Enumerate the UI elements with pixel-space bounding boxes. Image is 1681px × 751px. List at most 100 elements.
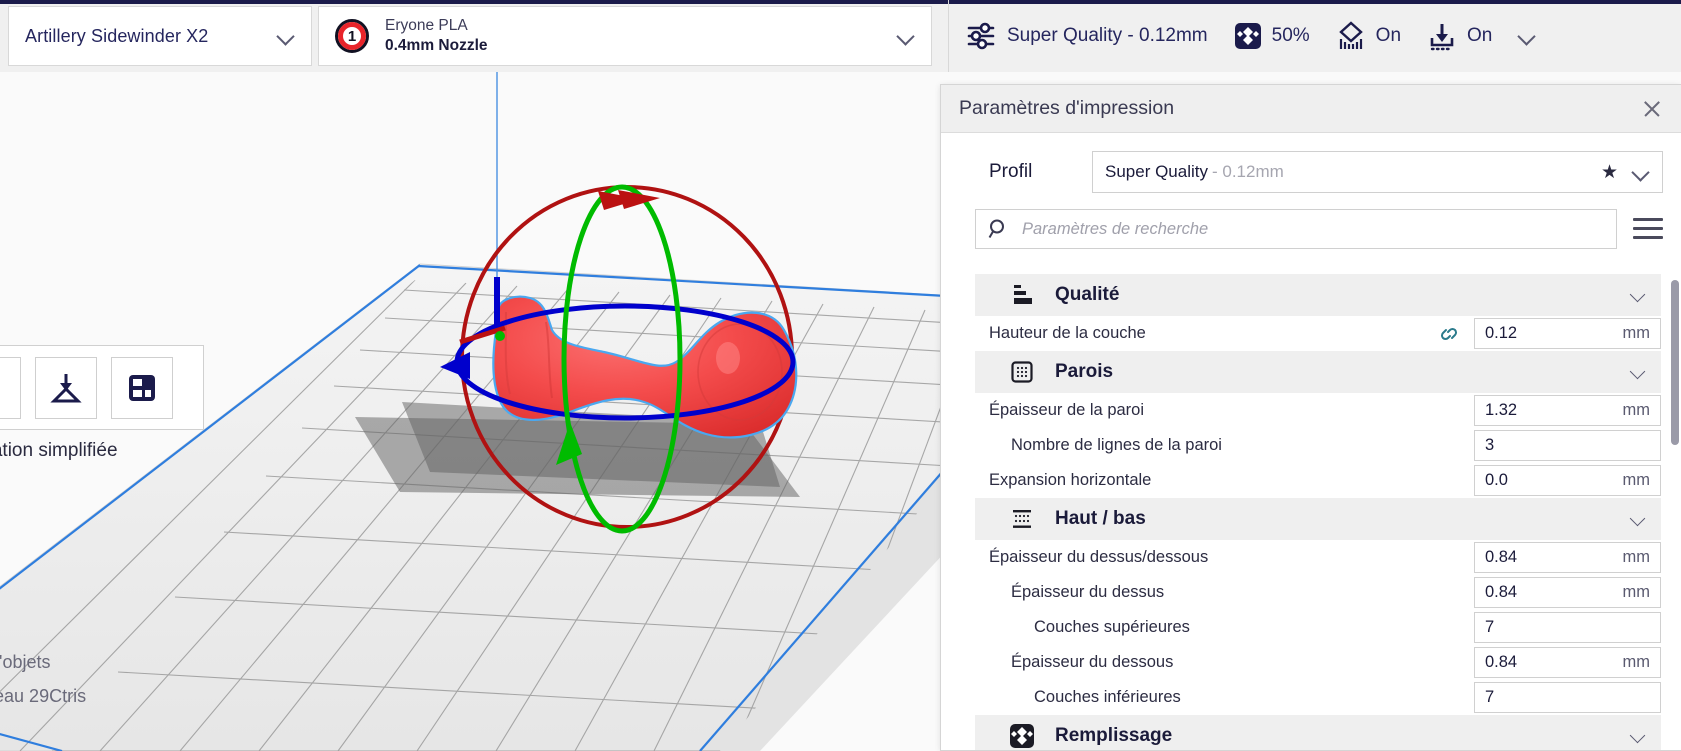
setting-value: 7: [1485, 688, 1495, 706]
setting-field[interactable]: 0.84 mm: [1474, 542, 1661, 573]
material-info: Eryone PLA 0.4mm Nozzle: [385, 16, 897, 56]
settings-category-remplissage[interactable]: Remplissage: [975, 715, 1661, 750]
settings-scrollbar[interactable]: [1671, 280, 1679, 735]
chevron-down-icon[interactable]: [277, 27, 295, 45]
setting-field[interactable]: 0.84 mm: [1474, 577, 1661, 608]
setting-row[interactable]: Épaisseur de la paroi 1.32 mm: [941, 393, 1681, 428]
profile-label: Profil: [989, 161, 1033, 182]
panel-header: Paramètres d'impression: [941, 85, 1681, 133]
link-icon[interactable]: [1438, 324, 1460, 344]
setting-label: Hauteur de la couche: [989, 324, 1146, 342]
chevron-down-icon[interactable]: [1631, 287, 1647, 303]
profile-variant: - 0.12mm: [1212, 162, 1284, 181]
setting-label: Nombre de lignes de la paroi: [1011, 436, 1222, 454]
machine-selector[interactable]: Artillery Sidewinder X2: [8, 6, 312, 66]
extruder-1-icon: 1: [335, 19, 369, 53]
print-settings-summary-bar[interactable]: Super Quality - 0.12mm 50% On On: [948, 0, 1681, 72]
setting-row[interactable]: Couches inférieures 7: [941, 680, 1681, 715]
hamburger-menu-icon[interactable]: [1633, 218, 1663, 240]
setting-value: 0.84: [1485, 548, 1518, 566]
nozzle-size: 0.4mm Nozzle: [385, 37, 488, 54]
adhesion-summary[interactable]: On: [1427, 21, 1492, 51]
support-icon: [1338, 21, 1363, 49]
setting-unit: mm: [1622, 401, 1651, 419]
setting-field[interactable]: 1.32 mm: [1474, 395, 1661, 426]
extruder-number: 1: [347, 27, 357, 45]
viewport-status-line-2: nneau 29Ctris: [0, 686, 87, 706]
adhesion-icon: [1430, 24, 1454, 51]
setting-unit: mm: [1622, 653, 1651, 671]
setting-unit: mm: [1622, 471, 1651, 489]
select-face-button[interactable]: [111, 356, 173, 419]
star-icon[interactable]: ★: [1601, 161, 1618, 184]
chevron-down-icon[interactable]: [1631, 364, 1647, 380]
scrollbar-thumb[interactable]: [1671, 280, 1679, 445]
close-icon[interactable]: [1641, 98, 1663, 120]
setting-row[interactable]: Hauteur de la couche 0.12 mm: [941, 316, 1681, 351]
support-value: On: [1375, 25, 1402, 46]
chevron-down-icon[interactable]: [1632, 163, 1650, 181]
chevron-down-icon[interactable]: [897, 27, 915, 45]
setting-field[interactable]: 0.12 mm: [1474, 318, 1661, 349]
infill-icon: [1009, 723, 1035, 749]
top-bottom-icon: [1009, 506, 1035, 532]
setting-row[interactable]: Épaisseur du dessus/dessous 0.84 mm: [941, 540, 1681, 575]
setting-unit: mm: [1622, 548, 1651, 566]
adhesion-value: On: [1467, 25, 1493, 46]
setting-field[interactable]: 0.84 mm: [1474, 647, 1661, 678]
quality-summary-label: Super Quality - 0.12mm: [1007, 25, 1208, 46]
search-icon: [988, 219, 1004, 239]
setting-row[interactable]: Épaisseur du dessous 0.84 mm: [941, 645, 1681, 680]
setting-value: 7: [1485, 618, 1495, 636]
viewport-status-line-1: e d'objets: [0, 652, 51, 672]
cura-application-window: otation simplifiée e d'objets nneau 29Ct…: [0, 0, 1681, 751]
lay-flat-button[interactable]: [35, 356, 97, 419]
print-settings-sliders-icon: [967, 22, 995, 50]
settings-category-qualite[interactable]: Qualité: [975, 274, 1661, 316]
search-input[interactable]: [1022, 219, 1604, 239]
top-toolbar: Artillery Sidewinder X2 1 Eryone PLA 0.4…: [0, 0, 1681, 72]
setting-field[interactable]: 7: [1474, 612, 1661, 643]
profile-selector[interactable]: Super Quality - 0.12mm ★: [1092, 151, 1663, 193]
setting-field[interactable]: 0.0 mm: [1474, 465, 1661, 496]
setting-field[interactable]: 3: [1474, 430, 1661, 461]
profile-name: Super Quality: [1105, 162, 1208, 181]
machine-name: Artillery Sidewinder X2: [25, 25, 209, 46]
setting-row[interactable]: Couches supérieures 7: [941, 610, 1681, 645]
select-face-icon: [129, 374, 155, 401]
infill-summary[interactable]: 50%: [1234, 22, 1310, 50]
setting-label: Épaisseur du dessus/dessous: [989, 548, 1209, 566]
infill-percentage: 50%: [1271, 25, 1310, 46]
settings-list[interactable]: Qualité Hauteur de la couche 0.12 mm Par…: [941, 274, 1681, 750]
object-tools-panel[interactable]: [0, 345, 204, 430]
material-selector[interactable]: 1 Eryone PLA 0.4mm Nozzle: [318, 6, 932, 66]
settings-category-haut-bas[interactable]: Haut / bas: [975, 498, 1661, 540]
chevron-down-icon[interactable]: [1631, 728, 1647, 744]
chevron-down-icon[interactable]: [1518, 27, 1536, 45]
search-settings-box[interactable]: [975, 209, 1617, 249]
support-summary[interactable]: On: [1336, 21, 1401, 51]
setting-value: 1.32: [1485, 401, 1518, 419]
setting-unit: mm: [1622, 583, 1651, 601]
settings-category-parois[interactable]: Parois: [975, 351, 1661, 393]
setting-row[interactable]: Épaisseur du dessus 0.84 mm: [941, 575, 1681, 610]
setting-value: 0.0: [1485, 471, 1508, 489]
setting-label: Épaisseur du dessus: [1011, 583, 1165, 601]
profile-row: Profil Super Quality - 0.12mm ★: [941, 133, 1681, 203]
setting-value: 0.84: [1485, 653, 1518, 671]
setting-field[interactable]: 7: [1474, 682, 1661, 713]
object-tools-caption: otation simplifiée: [0, 440, 118, 461]
infill-icon: [1234, 23, 1261, 49]
setting-label: Épaisseur du dessous: [1011, 653, 1174, 671]
setting-row[interactable]: Expansion horizontale 0.0 mm: [941, 463, 1681, 498]
category-label: Haut / bas: [1055, 508, 1146, 529]
quality-summary[interactable]: Super Quality - 0.12mm: [965, 21, 1208, 51]
setting-unit: mm: [1622, 324, 1651, 342]
walls-icon: [1009, 359, 1035, 385]
setting-row[interactable]: Nombre de lignes de la paroi 3: [941, 428, 1681, 463]
category-label: Qualité: [1055, 284, 1120, 305]
chevron-down-icon[interactable]: [1631, 511, 1647, 527]
category-label: Remplissage: [1055, 725, 1173, 746]
tool-button-partial[interactable]: [0, 356, 21, 419]
material-name: Eryone PLA: [385, 17, 468, 35]
